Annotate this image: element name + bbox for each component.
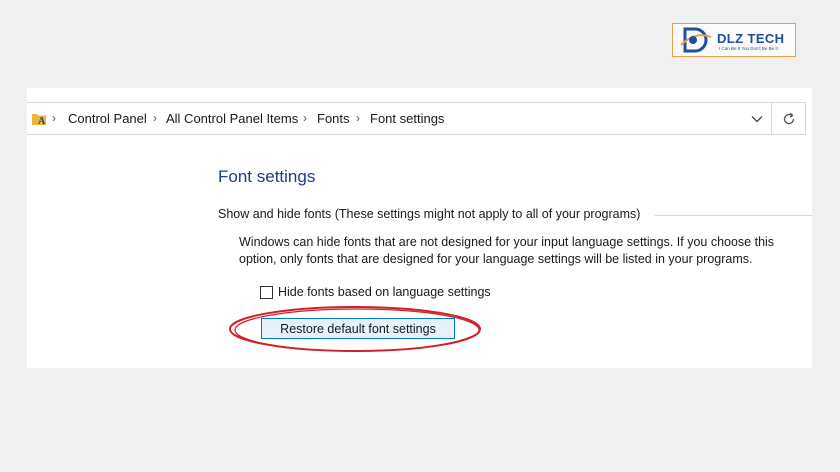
breadcrumb-separator-icon[interactable]: › xyxy=(153,111,157,125)
dlz-tech-logo: DLZ TECH I Can Be It You Don't Be Be It xyxy=(672,23,796,57)
logo-name: DLZ TECH xyxy=(717,31,785,46)
logo-tagline: I Can Be It You Don't Be Be It xyxy=(719,46,778,51)
control-panel-window: A › Control Panel › All Control Panel It… xyxy=(27,88,812,368)
hide-fonts-checkbox[interactable] xyxy=(260,286,273,299)
breadcrumb-separator-icon: › xyxy=(52,111,56,125)
breadcrumb-control-panel[interactable]: Control Panel xyxy=(68,111,147,126)
dlz-logo-icon xyxy=(680,27,712,53)
section-label: Show and hide fonts (These settings migh… xyxy=(218,207,641,221)
breadcrumb-all-items[interactable]: All Control Panel Items xyxy=(166,111,298,126)
breadcrumb-separator-icon[interactable]: › xyxy=(356,111,360,125)
chevron-down-icon xyxy=(751,115,763,122)
description-text: Windows can hide fonts that are not desi… xyxy=(239,235,775,266)
section-divider xyxy=(655,215,812,216)
refresh-icon xyxy=(783,112,795,124)
breadcrumb-font-settings[interactable]: Font settings xyxy=(370,111,444,126)
address-divider xyxy=(771,103,772,134)
refresh-button[interactable] xyxy=(773,103,805,134)
svg-text:A: A xyxy=(38,116,46,127)
fonts-folder-icon: A xyxy=(31,111,47,132)
breadcrumb-separator-icon[interactable]: › xyxy=(303,111,307,125)
restore-default-button[interactable]: Restore default font settings xyxy=(261,318,455,339)
address-bar[interactable]: A › Control Panel › All Control Panel It… xyxy=(27,102,806,135)
address-dropdown-button[interactable] xyxy=(745,103,769,134)
page-title: Font settings xyxy=(218,167,316,186)
breadcrumb-fonts[interactable]: Fonts xyxy=(317,111,350,126)
hide-fonts-checkbox-label[interactable]: Hide fonts based on language settings xyxy=(278,285,491,299)
